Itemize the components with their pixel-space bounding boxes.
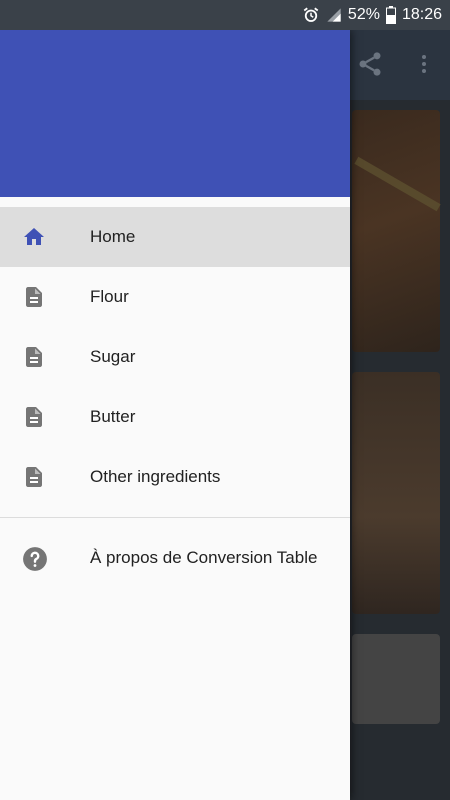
drawer-item-other-ingredients[interactable]: Other ingredients xyxy=(0,447,350,507)
content-card[interactable] xyxy=(352,372,440,614)
battery-icon xyxy=(385,6,396,24)
navigation-drawer: Home Flour Sugar Butter Other ingredient… xyxy=(0,30,350,800)
alarm-icon xyxy=(302,6,320,24)
drawer-footer-menu: À propos de Conversion Table xyxy=(0,528,350,588)
document-icon xyxy=(22,405,46,429)
drawer-item-label: Butter xyxy=(90,407,136,426)
drawer-item-sugar[interactable]: Sugar xyxy=(0,327,350,387)
drawer-divider xyxy=(0,517,350,518)
battery-percent: 52% xyxy=(347,6,380,23)
drawer-item-label: Other ingredients xyxy=(90,467,221,486)
share-icon[interactable] xyxy=(356,50,384,83)
drawer-header xyxy=(0,30,350,197)
home-icon xyxy=(22,225,46,249)
drawer-item-home[interactable]: Home xyxy=(0,207,350,267)
drawer-item-label: Flour xyxy=(90,287,129,306)
document-icon xyxy=(22,345,46,369)
content-card[interactable] xyxy=(352,110,440,352)
drawer-item-about[interactable]: À propos de Conversion Table xyxy=(0,528,350,588)
clock: 18:26 xyxy=(401,6,442,23)
more-vert-icon[interactable] xyxy=(412,50,436,83)
drawer-item-butter[interactable]: Butter xyxy=(0,387,350,447)
help-icon xyxy=(22,546,47,571)
status-bar: 52% 18:26 xyxy=(0,0,450,30)
drawer-item-label: Sugar xyxy=(90,347,136,366)
drawer-item-label: À propos de Conversion Table xyxy=(90,548,318,567)
content-card[interactable] xyxy=(352,634,440,724)
document-icon xyxy=(22,465,46,489)
document-icon xyxy=(22,285,46,309)
drawer-item-flour[interactable]: Flour xyxy=(0,267,350,327)
signal-icon xyxy=(326,7,342,23)
drawer-item-label: Home xyxy=(90,227,136,246)
drawer-menu: Home Flour Sugar Butter Other ingredient… xyxy=(0,197,350,507)
